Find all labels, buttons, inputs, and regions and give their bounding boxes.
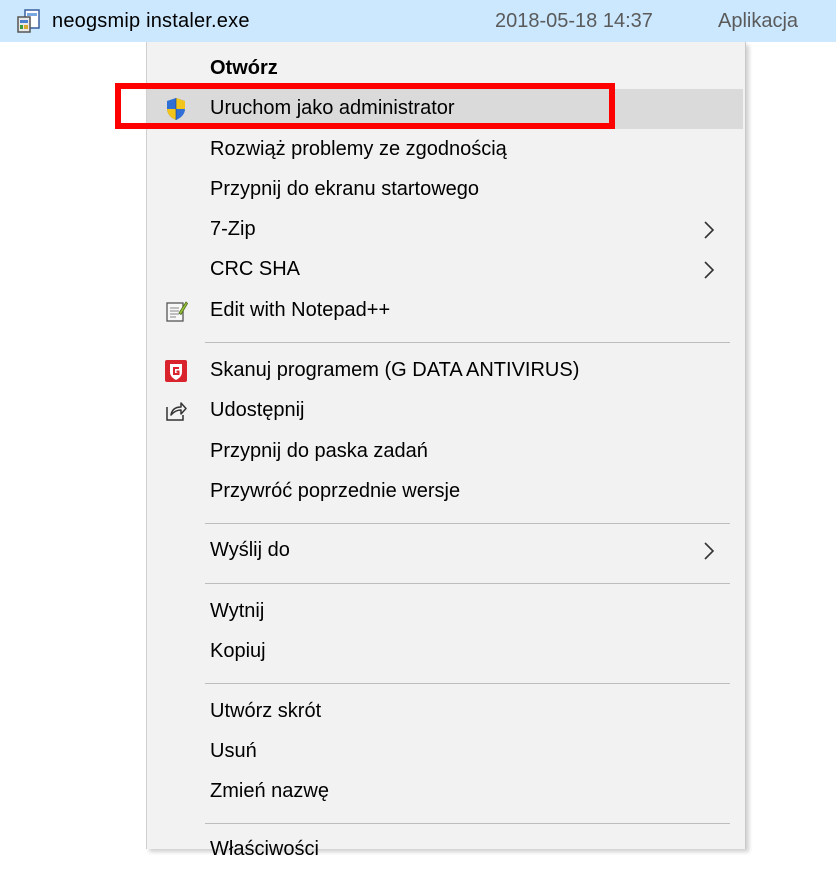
menu-item-label: Uruchom jako administrator (210, 97, 455, 119)
menu-item-label: Przypnij do ekranu startowego (210, 178, 480, 200)
menu-item-label: Przywróć poprzednie wersje (210, 480, 461, 502)
menu-item-label: Utwórz skrót (210, 700, 322, 722)
menu-item-label: CRC SHA (210, 258, 301, 280)
menu-item-restore-versions[interactable]: Przywróć poprzednie wersje (147, 472, 743, 512)
menu-separator (205, 683, 730, 684)
menu-item-rename[interactable]: Zmień nazwę (147, 772, 743, 812)
menu-item-label: Przypnij do paska zadań (210, 440, 428, 462)
menu-item-label: Kopiuj (210, 640, 266, 662)
menu-item-label: Rozwiąż problemy ze zgodnością (210, 138, 507, 160)
file-name[interactable]: neogsmip instaler.exe (52, 10, 250, 33)
menu-item-pin-taskbar[interactable]: Przypnij do paska zadań (147, 432, 743, 472)
menu-item-label: Wyślij do (210, 539, 290, 561)
menu-item-properties[interactable]: Właściwości (147, 830, 743, 870)
menu-item-copy[interactable]: Kopiuj (147, 632, 743, 672)
menu-separator (205, 823, 730, 824)
menu-item-pin-start[interactable]: Przypnij do ekranu startowego (147, 170, 743, 210)
menu-item-troubleshoot[interactable]: Rozwiąż problemy ze zgodnością (147, 130, 743, 170)
context-menu: Otwórz Uruchom jako administrator Rozwią… (146, 42, 746, 860)
menu-item-gdata-scan[interactable]: Skanuj programem (G DATA ANTIVIRUS) (147, 351, 743, 391)
menu-item-create-shortcut[interactable]: Utwórz skrót (147, 692, 743, 732)
menu-item-label: Zmień nazwę (210, 780, 329, 802)
menu-item-label: 7-Zip (210, 218, 256, 240)
menu-item-label: Otwórz (210, 57, 278, 79)
menu-separator (205, 342, 730, 343)
menu-separator (205, 583, 730, 584)
notepadpp-icon (166, 301, 188, 322)
menu-item-share[interactable]: Udostępnij (147, 391, 743, 431)
chevron-right-icon (704, 221, 715, 239)
menu-item-label: Wytnij (210, 600, 265, 622)
menu-separator (205, 523, 730, 524)
menu-item-open[interactable]: Otwórz (147, 49, 743, 89)
menu-item-label: Edit with Notepad++ (210, 299, 391, 321)
file-type: Aplikacja (718, 10, 799, 32)
gdata-antivirus-icon (165, 360, 187, 382)
file-date: 2018-05-18 14:37 (495, 10, 653, 32)
menu-item-crc-sha[interactable]: CRC SHA (147, 250, 743, 290)
menu-item-label: Udostępnij (210, 399, 305, 421)
menu-item-run-as-admin[interactable]: Uruchom jako administrator (147, 89, 743, 129)
uac-shield-icon (167, 98, 185, 120)
menu-item-label: Skanuj programem (G DATA ANTIVIRUS) (210, 359, 580, 381)
menu-item-label: Usuń (210, 740, 257, 762)
menu-item-cut[interactable]: Wytnij (147, 592, 743, 632)
share-icon (166, 402, 187, 421)
chevron-right-icon (704, 261, 715, 279)
file-row[interactable]: neogsmip instaler.exe 2018-05-18 14:37 A… (0, 0, 836, 42)
menu-item-notepadpp[interactable]: Edit with Notepad++ (147, 291, 743, 331)
menu-item-send-to[interactable]: Wyślij do (147, 531, 743, 571)
menu-item-label: Właściwości (210, 838, 319, 860)
chevron-right-icon (704, 542, 715, 560)
installer-icon (17, 9, 40, 33)
menu-item-7zip[interactable]: 7-Zip (147, 210, 743, 250)
menu-item-delete[interactable]: Usuń (147, 732, 743, 772)
